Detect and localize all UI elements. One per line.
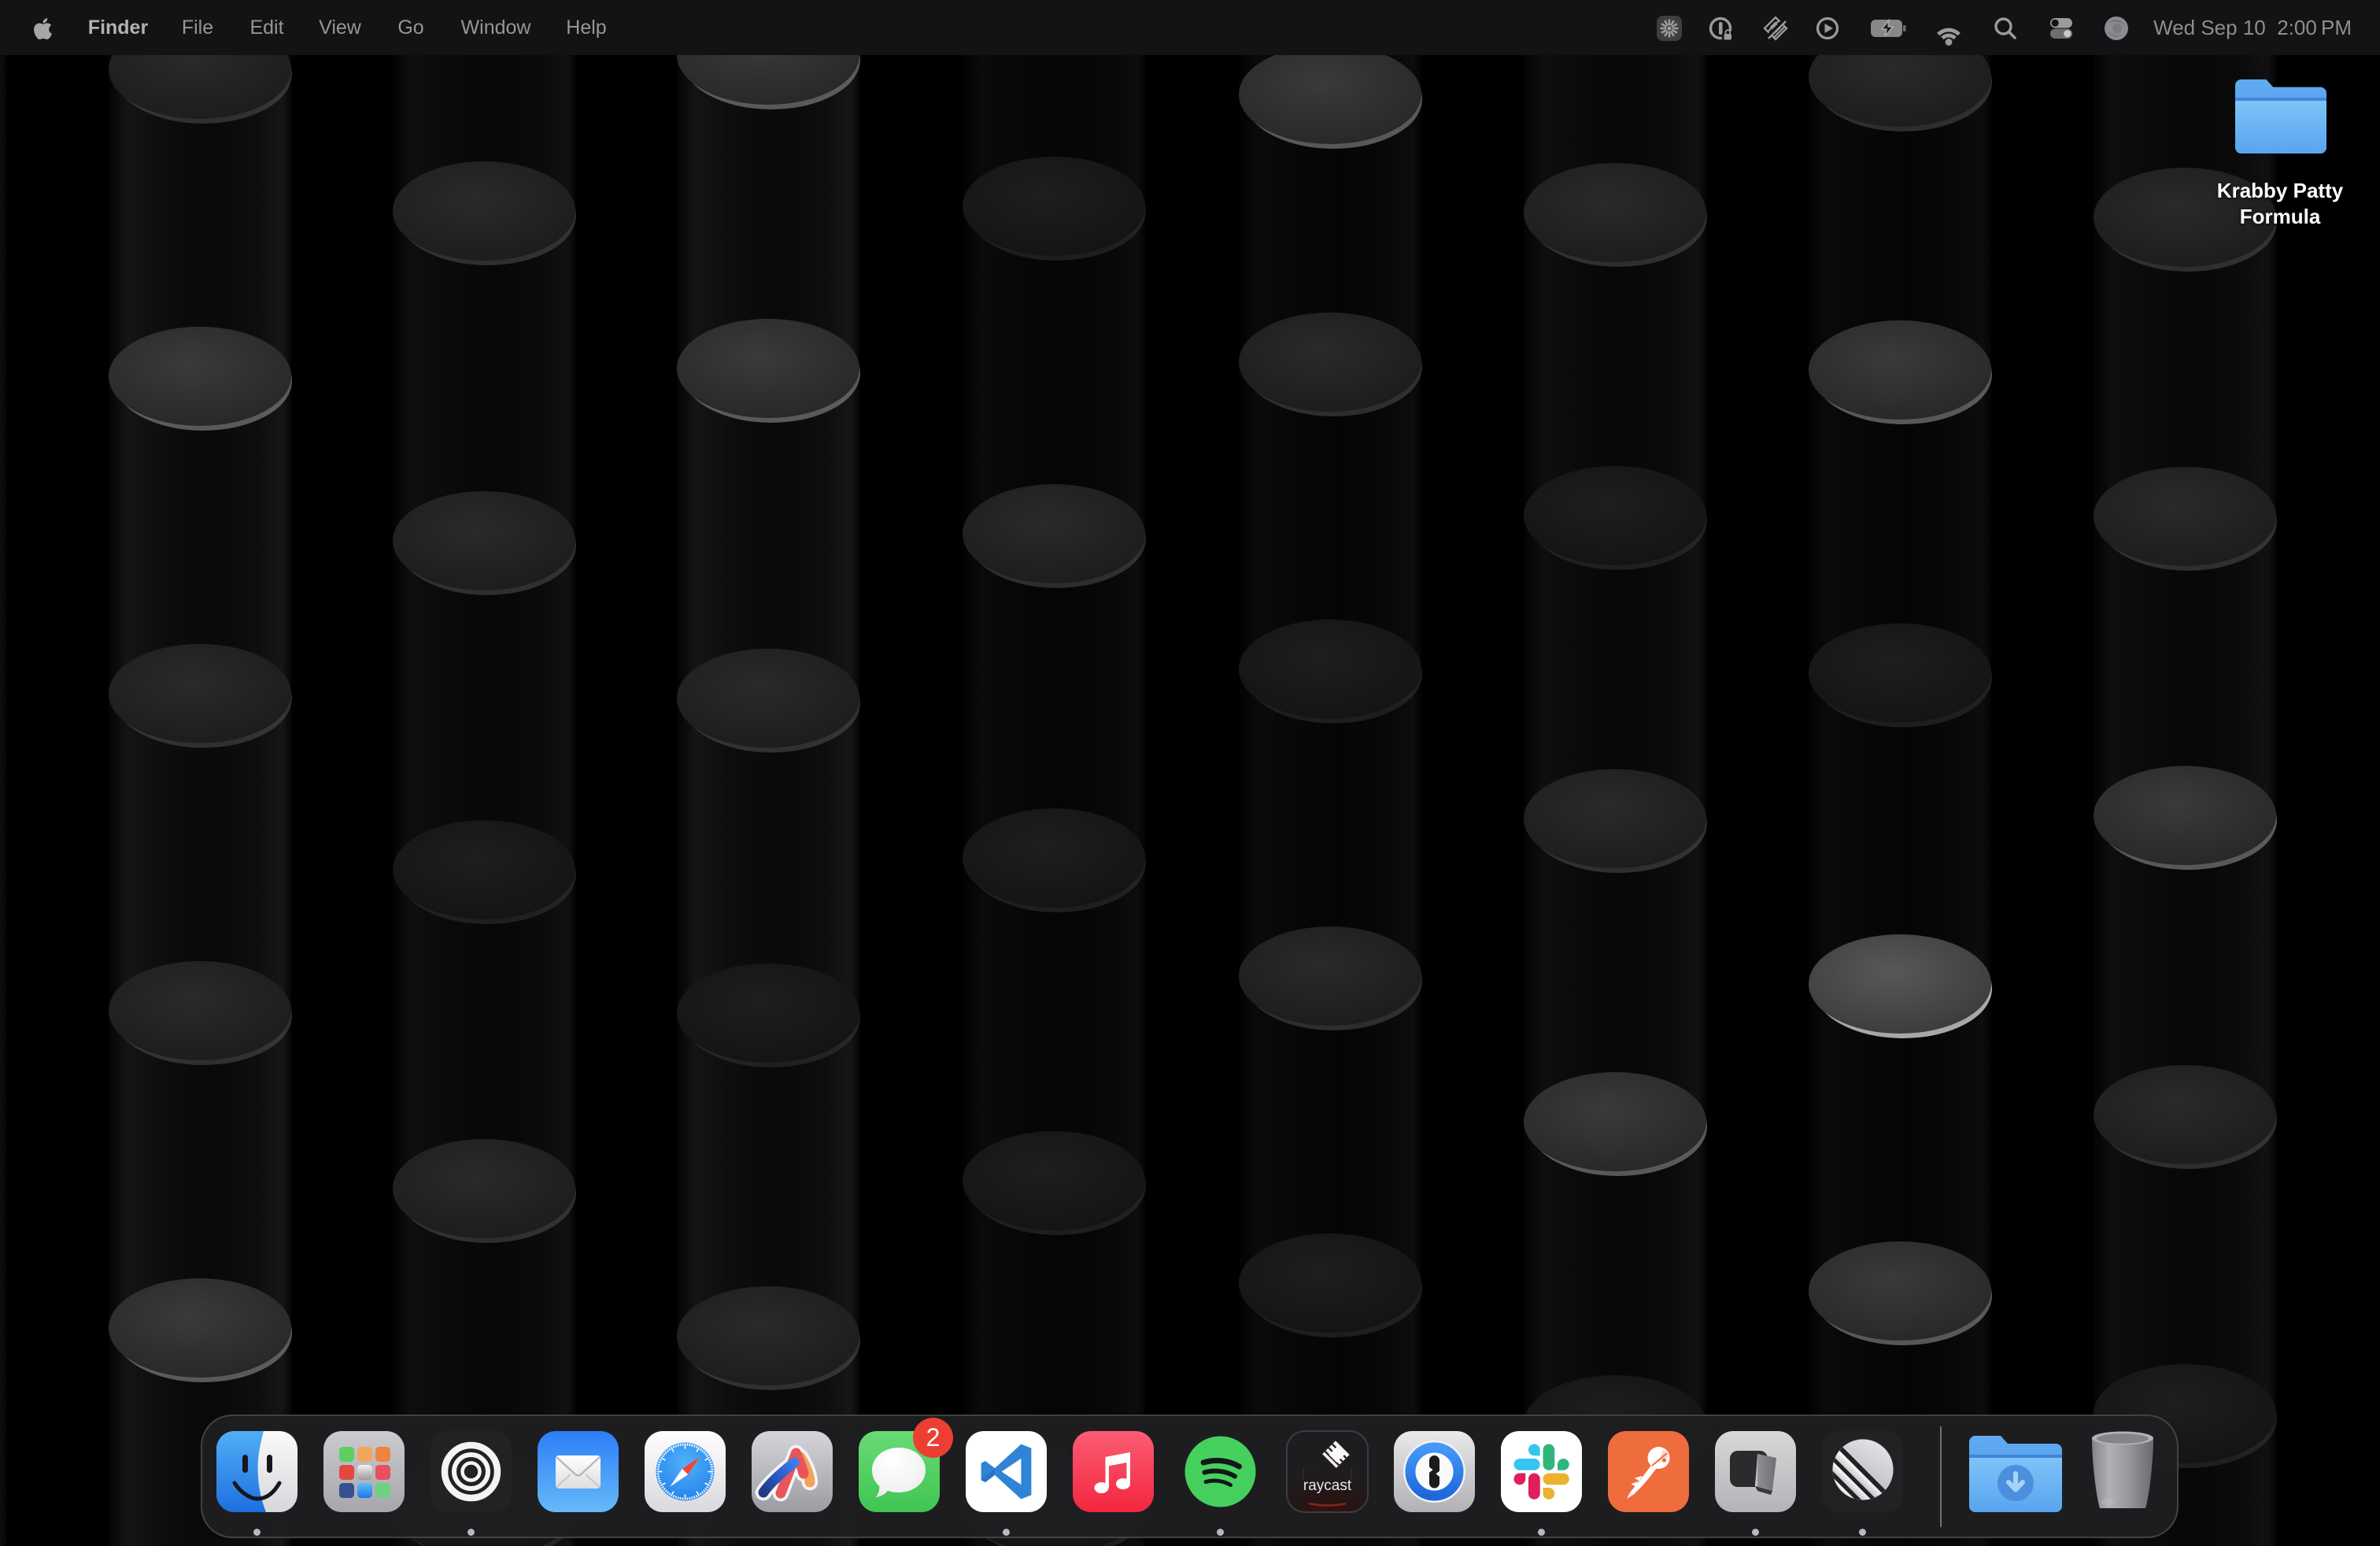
svg-text:raycast: raycast bbox=[1303, 1478, 1352, 1494]
